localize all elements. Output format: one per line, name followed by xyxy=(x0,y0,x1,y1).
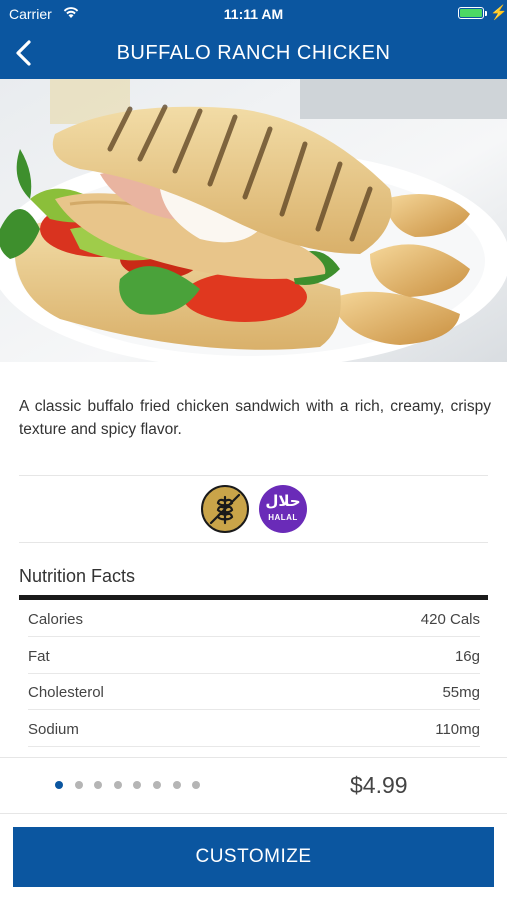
page-dot[interactable] xyxy=(192,781,201,789)
top-bar: Carrier 11:11 AM ⚡ BUFFALO RANCH CHICKEN xyxy=(0,0,507,79)
status-bar: Carrier 11:11 AM ⚡ xyxy=(0,0,507,28)
item-price: $4.99 xyxy=(350,772,408,798)
item-description: A classic buffalo fried chicken sandwich… xyxy=(19,398,491,438)
nutrition-label: Fat xyxy=(28,648,50,665)
halal-arabic-label: حلال xyxy=(265,492,301,510)
nutrition-row: Sodium 110mg xyxy=(28,711,480,747)
halal-label: HALAL xyxy=(268,513,298,522)
halal-icon: حلال HALAL xyxy=(259,485,307,533)
dietary-badges: حلال HALAL xyxy=(0,485,507,533)
customize-button[interactable]: CUSTOMIZE xyxy=(13,827,494,887)
page-dot[interactable] xyxy=(94,781,103,789)
nutrition-label: Calories xyxy=(28,611,84,628)
divider xyxy=(19,475,488,476)
charging-icon: ⚡ xyxy=(490,4,507,20)
battery-icon xyxy=(458,7,484,19)
gluten-free-icon xyxy=(201,485,249,533)
page-dot[interactable] xyxy=(113,781,122,789)
clock: 11:11 AM xyxy=(223,6,284,22)
page-dot[interactable] xyxy=(55,781,63,789)
nutrition-row: Calories 420 Cals xyxy=(28,601,480,637)
divider xyxy=(0,757,507,758)
page-title: BUFFALO RANCH CHICKEN xyxy=(116,42,391,64)
nutrition-label: Sodium xyxy=(28,721,79,738)
nav-bar: BUFFALO RANCH CHICKEN xyxy=(0,28,507,79)
page-dot[interactable] xyxy=(133,781,142,789)
nutrition-value: 55mg xyxy=(442,684,480,701)
nutrition-title: Nutrition Facts xyxy=(19,566,136,586)
page-dot[interactable] xyxy=(172,781,181,789)
nutrition-label: Cholesterol xyxy=(28,684,104,701)
nutrition-value: 420 Cals xyxy=(420,611,480,628)
page-dot[interactable] xyxy=(74,781,83,789)
page-dot[interactable] xyxy=(153,781,161,789)
nutrition-row: Cholesterol 55mg xyxy=(28,674,480,710)
item-photo xyxy=(0,79,507,362)
battery-tip xyxy=(485,11,487,16)
nutrition-row: Fat 16g xyxy=(28,638,480,674)
divider xyxy=(19,542,488,543)
divider xyxy=(0,813,507,814)
nutrition-value: 110mg xyxy=(435,721,480,738)
nutrition-value: 16g xyxy=(454,648,480,665)
nutrition-rule xyxy=(19,595,488,600)
